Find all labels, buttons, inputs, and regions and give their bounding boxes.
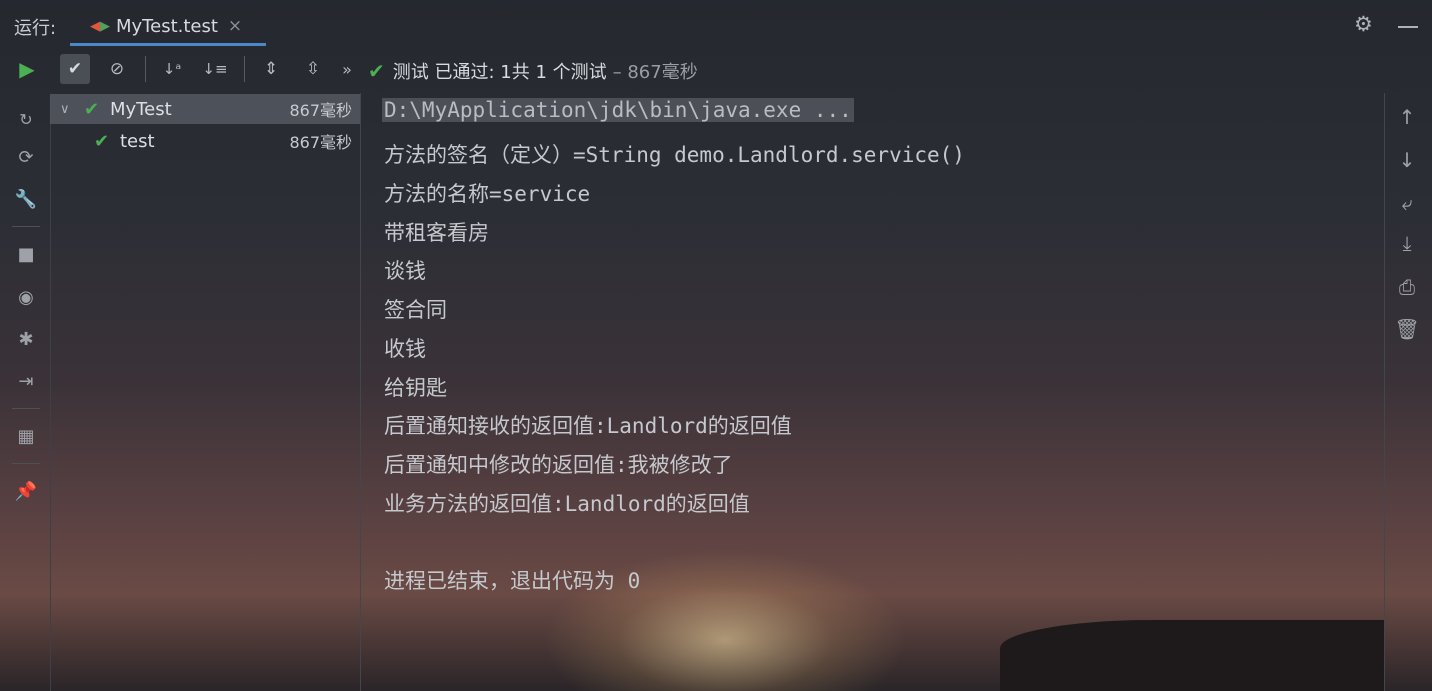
tab-title: MyTest.test bbox=[116, 15, 218, 37]
right-action-bar: ↑ ↓ ⤶ ⤓ ⎙ 🗑 bbox=[1385, 96, 1432, 691]
minimize-icon[interactable] bbox=[1398, 26, 1418, 28]
layout-icon[interactable]: ▦ bbox=[13, 423, 39, 449]
tree-item-name: test bbox=[120, 130, 155, 152]
success-check-icon: ✔ bbox=[368, 59, 385, 83]
console-line: 后置通知中修改的返回值:我被修改了 bbox=[384, 453, 733, 477]
console-line: 带租客看房 bbox=[384, 221, 489, 245]
console-output[interactable]: D:\MyApplication\jdk\bin\java.exe ... 方法… bbox=[362, 93, 1385, 691]
run-label: 运行: bbox=[14, 18, 57, 39]
camera-icon[interactable]: ◉ bbox=[13, 284, 39, 310]
tree-item-name: MyTest bbox=[110, 98, 172, 120]
tab-mytest[interactable]: ◀▶ MyTest.test × bbox=[72, 6, 266, 46]
console-line: 谈钱 bbox=[384, 259, 426, 283]
arrow-down-icon[interactable]: ↓ bbox=[1395, 147, 1419, 173]
check-icon[interactable]: ✔ bbox=[60, 54, 90, 84]
arrow-up-icon[interactable]: ↑ bbox=[1395, 104, 1419, 130]
passed-check-icon: ✔ bbox=[94, 130, 110, 152]
toggle-auto-test-icon[interactable]: ⟳ bbox=[13, 144, 39, 170]
console-line: 业务方法的返回值:Landlord的返回值 bbox=[384, 492, 750, 516]
print-icon[interactable]: ⎙ bbox=[1395, 274, 1419, 300]
run-icon[interactable]: ▶ bbox=[12, 54, 42, 84]
tree-row-test[interactable]: ✔ test 867毫秒 bbox=[50, 126, 360, 156]
console-command-line[interactable]: D:\MyApplication\jdk\bin\java.exe ... bbox=[382, 98, 854, 122]
left-action-bar: ↻ ⟳ 🔧 ■ ◉ ✱ ⇥ ▦ 📌 bbox=[0, 96, 51, 691]
passed-check-icon: ✔ bbox=[84, 98, 100, 120]
console-line: 给钥匙 bbox=[384, 376, 447, 400]
status-text: 测试 已通过: 1共 1 个测试 bbox=[392, 62, 607, 83]
run-tool-window-header: 运行: ◀▶ MyTest.test × ⚙ bbox=[0, 0, 1432, 48]
status-time: – 867毫秒 bbox=[612, 62, 698, 83]
toolbar-divider bbox=[244, 56, 245, 82]
scroll-to-end-icon[interactable]: ⤓ bbox=[1395, 230, 1419, 256]
console-line: 签合同 bbox=[384, 298, 447, 322]
close-icon[interactable]: × bbox=[228, 16, 242, 36]
collapse-all-icon[interactable]: ⇳ bbox=[298, 54, 328, 84]
test-status: ✔ 测试 已通过: 1共 1 个测试 – 867毫秒 bbox=[368, 58, 698, 84]
sort-alpha-icon[interactable]: ↓ᵃ bbox=[157, 54, 187, 84]
console-line: 后置通知接收的返回值:Landlord的返回值 bbox=[384, 414, 792, 438]
divider bbox=[12, 226, 40, 227]
cancel-icon[interactable]: ⊘ bbox=[102, 54, 132, 84]
tab-active-indicator bbox=[70, 43, 266, 46]
stop-icon[interactable]: ■ bbox=[13, 241, 39, 267]
export-icon[interactable]: ⇥ bbox=[13, 368, 39, 394]
trash-icon[interactable]: 🗑 bbox=[1394, 316, 1419, 342]
test-tree: ∨ ✔ MyTest 867毫秒 ✔ test 867毫秒 bbox=[50, 93, 361, 691]
gear-icon[interactable]: ⚙ bbox=[1354, 12, 1376, 36]
expand-all-icon[interactable]: ⇕ bbox=[256, 54, 286, 84]
divider bbox=[12, 463, 40, 464]
tree-row-mytest[interactable]: ∨ ✔ MyTest 867毫秒 bbox=[50, 94, 360, 124]
sort-duration-icon[interactable]: ↓≡ bbox=[200, 54, 230, 84]
test-toolbar: ▶ ✔ ⊘ ↓ᵃ ↓≡ ⇕ ⇳ » ✔ 测试 已通过: 1共 1 个测试 – 8… bbox=[0, 50, 1432, 88]
more-icon[interactable]: » bbox=[332, 54, 362, 84]
console-line: 方法的签名（定义）=String demo.Landlord.service() bbox=[384, 143, 965, 167]
rerun-failed-icon[interactable]: ↻ bbox=[13, 106, 39, 132]
pin-icon[interactable]: 📌 bbox=[13, 478, 39, 504]
chevron-down-icon[interactable]: ∨ bbox=[60, 102, 74, 117]
console-exit-line: 进程已结束，退出代码为 0 bbox=[384, 569, 641, 593]
debug-icon[interactable]: ✱ bbox=[13, 326, 39, 352]
tree-item-time: 867毫秒 bbox=[289, 101, 352, 120]
console-line: 方法的名称=service bbox=[384, 182, 591, 206]
divider bbox=[12, 408, 40, 409]
soft-wrap-icon[interactable]: ⤶ bbox=[1395, 190, 1419, 216]
settings-wrench-icon[interactable]: 🔧 bbox=[13, 186, 39, 212]
test-config-icon: ◀▶ bbox=[90, 18, 110, 34]
console-line: 收钱 bbox=[384, 337, 426, 361]
toolbar-divider bbox=[145, 56, 146, 82]
tree-item-time: 867毫秒 bbox=[289, 133, 352, 152]
